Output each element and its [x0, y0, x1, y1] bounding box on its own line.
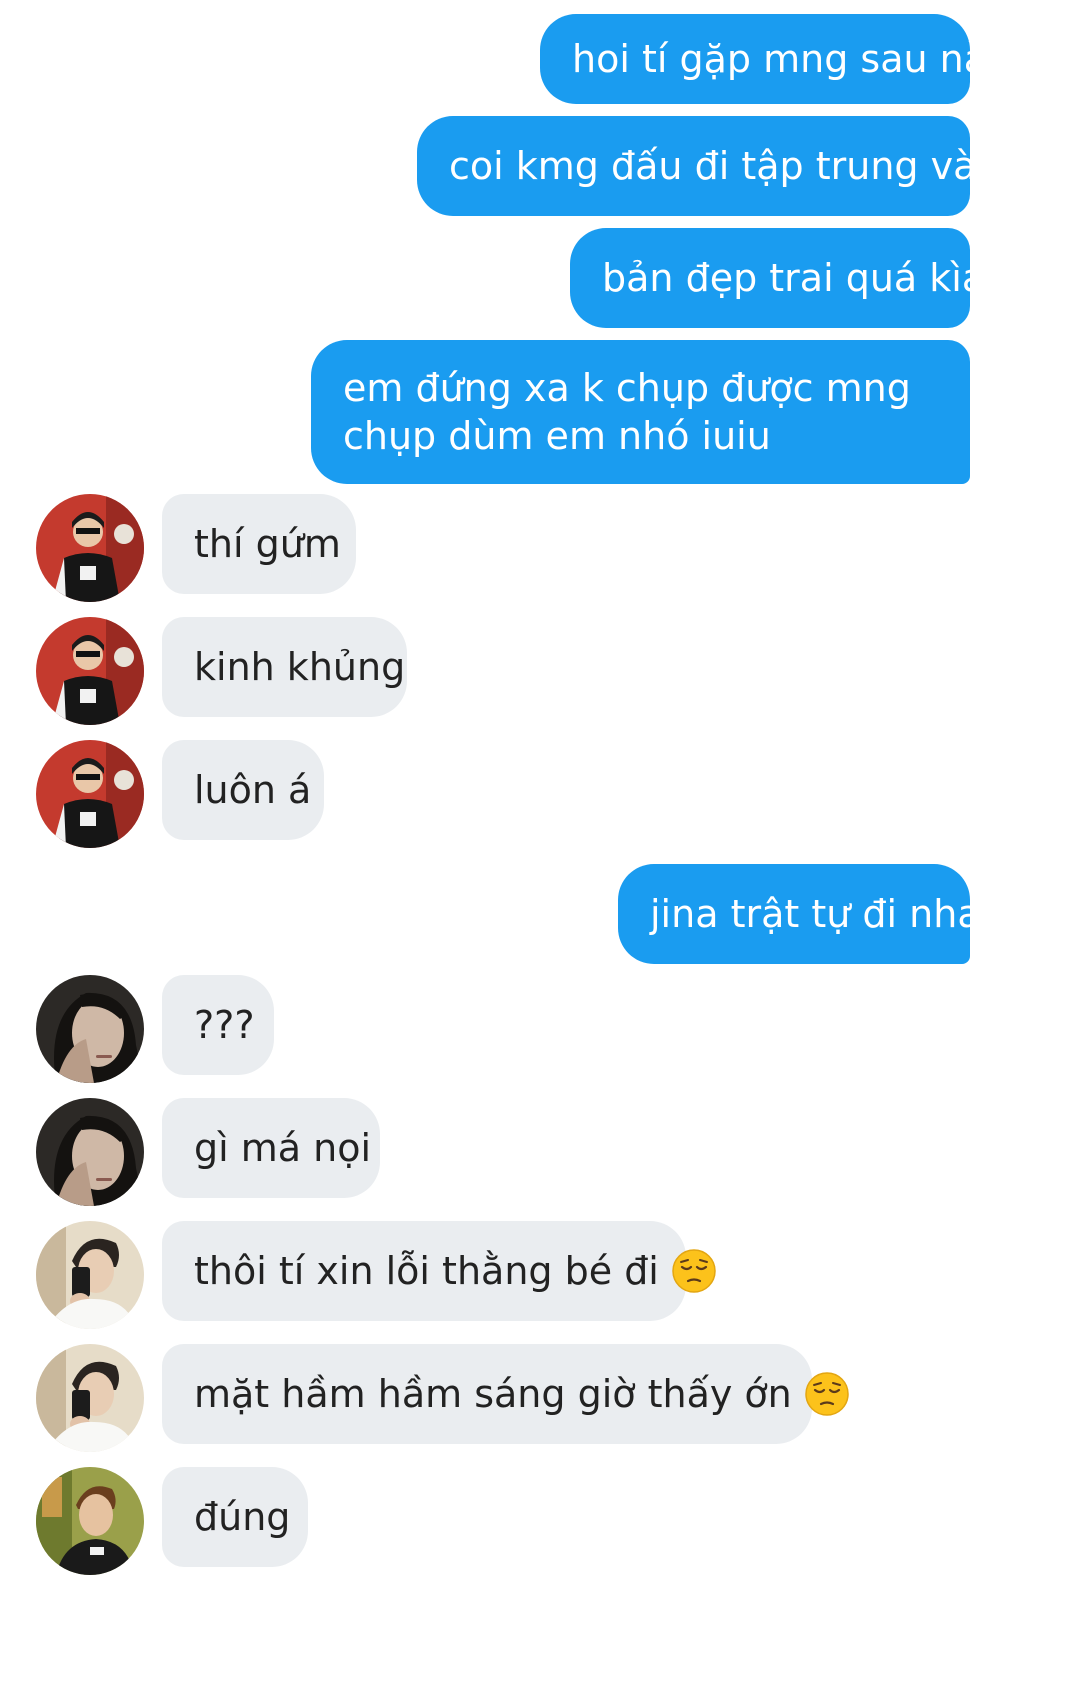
message-text: thôi tí xin lỗi thằng bé đi — [194, 1249, 659, 1293]
outgoing-message[interactable]: hoi tí gặp mng sau nà — [540, 14, 987, 104]
message-text: ??? — [194, 1003, 255, 1047]
avatar-user-3-icon — [36, 1221, 144, 1329]
message-text: hoi tí gặp mng sau nà — [572, 37, 988, 81]
avatar-user-1-icon — [36, 617, 144, 725]
pensive-face-icon — [671, 1248, 717, 1294]
outgoing-message[interactable]: coi kmg đấu đi tập trung vào — [417, 116, 1000, 216]
message-text-line: em đứng xa k chụp được mng — [343, 366, 911, 410]
avatar-user-1-icon — [36, 494, 144, 602]
message-text: mặt hầm hầm sáng giờ thấy ớn — [194, 1372, 792, 1416]
incoming-message[interactable]: gì má nọi — [162, 1098, 380, 1198]
incoming-message[interactable]: đúng — [162, 1467, 308, 1567]
incoming-message[interactable]: ??? — [162, 975, 274, 1075]
message-text: kinh khủng — [194, 645, 406, 689]
avatar[interactable] — [36, 740, 144, 848]
avatar[interactable] — [36, 1467, 144, 1575]
incoming-message[interactable]: thôi tí xin lỗi thằng bé đi — [162, 1221, 716, 1321]
pensive-face-icon — [804, 1371, 850, 1417]
incoming-message[interactable]: kinh khủng — [162, 617, 407, 717]
message-text: jina trật tự đi nha — [650, 892, 981, 936]
message-text: coi kmg đấu đi tập trung vào — [449, 144, 1000, 188]
avatar-user-4-icon — [36, 1467, 144, 1575]
incoming-message[interactable]: thí gứm — [162, 494, 356, 594]
avatar[interactable] — [36, 1098, 144, 1206]
avatar-user-3-icon — [36, 1344, 144, 1452]
message-text-line: chụp dùm em nhó iuiu — [343, 414, 771, 458]
avatar[interactable] — [36, 975, 144, 1083]
avatar[interactable] — [36, 494, 144, 602]
avatar[interactable] — [36, 1344, 144, 1452]
avatar-user-2-icon — [36, 975, 144, 1083]
incoming-message[interactable]: mặt hầm hầm sáng giờ thấy ớn — [162, 1344, 849, 1444]
avatar[interactable] — [36, 1221, 144, 1329]
message-text: bản đẹp trai quá kìa — [602, 256, 986, 300]
outgoing-message[interactable]: bản đẹp trai quá kìa — [570, 228, 985, 328]
message-text: thí gứm — [194, 522, 341, 566]
message-text: đúng — [194, 1495, 291, 1539]
message-text: luôn á — [194, 768, 312, 812]
incoming-message[interactable]: luôn á — [162, 740, 324, 840]
avatar-user-2-icon — [36, 1098, 144, 1206]
avatar-user-1-icon — [36, 740, 144, 848]
avatar[interactable] — [36, 617, 144, 725]
chat-thread: hoi tí gặp mng sau nà coi kmg đấu đi tập… — [0, 0, 1078, 1686]
message-text: gì má nọi — [194, 1126, 372, 1170]
outgoing-message[interactable]: jina trật tự đi nha — [618, 864, 981, 964]
outgoing-message[interactable]: em đứng xa k chụp được mng chụp dùm em n… — [311, 340, 970, 484]
